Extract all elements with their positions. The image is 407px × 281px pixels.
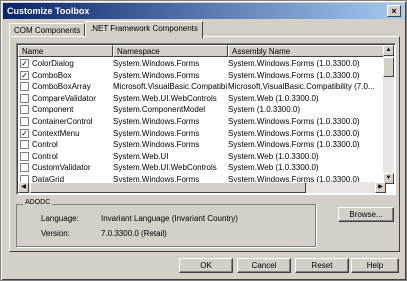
table-row[interactable]: ✓ ComboBox System.Windows.Forms System.Wind… (18, 70, 386, 82)
cell-namespace: System.Windows.Forms (113, 59, 200, 68)
list-header: Name Namespace Assembly Name (18, 45, 386, 57)
table-row[interactable]: ComboBoxArray Microsoft.VisualBasic.Compa… (18, 81, 386, 93)
cell-assembly: System.Web (1.0.3300.0) (228, 163, 319, 173)
scroll-right-button[interactable]: ▶ (375, 182, 386, 193)
cell-assembly: System.Windows.Forms (1.0.3300.0) (228, 59, 360, 68)
language-value: Invariant Language (Invariant Country) (101, 214, 238, 223)
cell-name: ContainerControl (32, 116, 93, 126)
language-label: Language: (41, 214, 79, 223)
cell-namespace: System.Windows.Forms (113, 140, 200, 150)
ok-button[interactable]: OK (179, 258, 233, 273)
row-checkbox[interactable]: ✓ (20, 70, 29, 80)
table-row[interactable]: Component System.ComponentModel System (1.… (18, 104, 386, 116)
table-row[interactable]: Control System.Windows.Forms System.Window… (18, 139, 386, 151)
cell-name: ComboBoxArray (32, 82, 91, 92)
title-bar: Customize Toolbox × (3, 3, 404, 19)
cell-name: CompareValidator (32, 93, 96, 103)
row-checkbox[interactable] (20, 105, 29, 115)
reset-button[interactable]: Reset (295, 258, 349, 273)
component-details-group: ADODC Language: Invariant Language (Inva… (16, 199, 316, 247)
cell-name: Control (32, 140, 58, 150)
cell-namespace: System.Web.UI.WebControls (113, 93, 217, 103)
tab-panel: Name Namespace Assembly Name ✓ ColorDialo… (9, 36, 400, 252)
cell-namespace: System.Windows.Forms (113, 128, 200, 138)
cell-assembly: System (1.0.3300.0) (228, 105, 301, 115)
vertical-scrollbar[interactable]: ▲ ▼ (383, 45, 394, 184)
cell-namespace: System.Web.UI.WebControls (113, 163, 217, 173)
vertical-scroll-thumb[interactable] (383, 57, 394, 77)
row-checkbox[interactable] (20, 82, 29, 92)
arrow-left-icon: ◀ (21, 184, 26, 190)
horizontal-scroll-thumb[interactable] (30, 182, 306, 193)
cell-name: CustomValidator (32, 163, 91, 173)
cell-assembly: System.Windows.Forms (1.0.3300.0) (228, 128, 360, 138)
cell-namespace: System.ComponentModel (113, 105, 206, 115)
column-header-name[interactable]: Name (18, 45, 113, 57)
table-row[interactable]: ✓ ContextMenu System.Windows.Forms System.W… (18, 128, 386, 140)
cell-name: Control (32, 151, 58, 161)
cell-assembly: Microsoft.VisualBasic.Compatibility (7.0… (228, 82, 375, 92)
help-button[interactable]: Help (351, 258, 399, 273)
table-row[interactable]: ContainerControl System.Windows.Forms Syst… (18, 116, 386, 128)
scroll-left-button[interactable]: ◀ (18, 182, 29, 193)
table-row[interactable]: CustomValidator System.Web.UI.WebControls… (18, 162, 386, 174)
table-row[interactable]: ✓ ColorDialog System.Windows.Forms System.W… (18, 58, 386, 70)
cell-assembly: System.Windows.Forms (1.0.3300.0) (228, 140, 360, 150)
cell-name: Component (32, 105, 74, 115)
row-checkbox[interactable]: ✓ (20, 128, 29, 138)
cell-name: ColorDialog (32, 59, 74, 68)
cell-name: ComboBox (32, 70, 72, 80)
window-title: Customize Toolbox (7, 6, 90, 16)
cell-namespace: System.Windows.Forms (113, 70, 200, 80)
cell-namespace: System.Windows.Forms (113, 116, 200, 126)
row-checkbox[interactable] (20, 116, 29, 126)
row-checkbox[interactable] (20, 140, 29, 150)
column-header-namespace[interactable]: Namespace (113, 45, 228, 57)
tab-com-components[interactable]: COM Components (9, 23, 85, 37)
row-checkbox[interactable] (20, 93, 29, 103)
cell-assembly: System.Windows.Forms (1.0.3300.0) (228, 70, 360, 80)
cell-namespace: Microsoft.VisualBasic.Compatibility.VB6 (113, 82, 227, 92)
horizontal-scrollbar[interactable]: ◀ ▶ (18, 182, 386, 193)
group-title: ADODC (23, 199, 53, 206)
row-checkbox[interactable] (20, 163, 29, 173)
version-value: 7.0.3300.0 (Retail) (101, 229, 167, 238)
cell-assembly: System.Windows.Forms (1.0.3300.0) (228, 116, 360, 126)
cell-namespace: System.Web.UI (113, 151, 169, 161)
cell-name: ContextMenu (32, 128, 80, 138)
table-row[interactable]: CompareValidator System.Web.UI.WebControl… (18, 93, 386, 105)
scroll-up-button[interactable]: ▲ (383, 45, 394, 56)
arrow-up-icon: ▲ (385, 47, 392, 53)
cell-assembly: System.Web (1.0.3300.0) (228, 151, 319, 161)
row-checkbox[interactable] (20, 151, 29, 161)
row-checkbox[interactable]: ✓ (20, 59, 29, 68)
table-row[interactable]: Control System.Web.UI System.Web (1.0.3300… (18, 151, 386, 163)
version-label: Version: (41, 229, 70, 238)
cell-assembly: System.Web (1.0.3300.0) (228, 93, 319, 103)
browse-button[interactable]: Browse... (338, 207, 394, 222)
close-button[interactable]: × (387, 5, 401, 17)
customize-toolbox-dialog: Customize Toolbox × COM Components .NET … (0, 0, 407, 281)
column-header-assembly[interactable]: Assembly Name (228, 45, 386, 57)
components-list[interactable]: Name Namespace Assembly Name ✓ ColorDialo… (16, 43, 396, 195)
list-rows: ✓ ColorDialog System.Windows.Forms System.W… (18, 58, 386, 186)
tab-net-framework-components[interactable]: .NET Framework Components (85, 21, 203, 38)
arrow-right-icon: ▶ (378, 184, 383, 190)
arrow-down-icon: ▼ (385, 175, 392, 181)
close-icon: × (391, 6, 397, 16)
cancel-button[interactable]: Cancel (237, 258, 291, 273)
